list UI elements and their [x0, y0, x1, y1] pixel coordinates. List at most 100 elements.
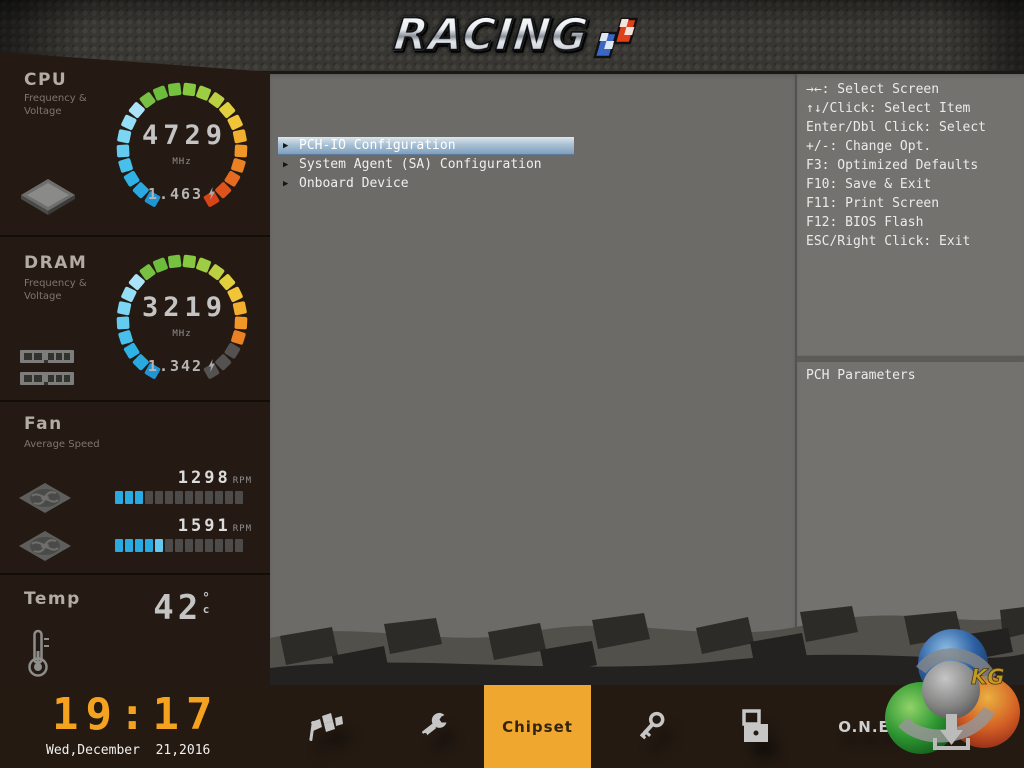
dram-sublabel: Frequency & Voltage: [24, 277, 104, 303]
bottom-navigation-bar: 19:17 Wed,December 21,2016 Chipset: [0, 685, 1024, 768]
fan-bar-cell: [115, 491, 123, 504]
menu-item-system-agent-configuration[interactable]: ▶ System Agent (SA) Configuration: [278, 155, 574, 174]
menu-item-label: Onboard Device: [299, 176, 409, 191]
clock-date: Wed,December 21,2016: [46, 743, 210, 758]
dram-gauge: 3219 MHz 1.342: [104, 242, 260, 398]
fan-bar-cell: [195, 539, 203, 552]
fan1-rpm-unit: RPM: [233, 476, 252, 486]
submenu-arrow-icon: ▶: [278, 160, 299, 170]
fan-sublabel: Average Speed: [24, 438, 104, 451]
help-line: →←: Select Screen: [806, 82, 1021, 101]
tab-chipset-label: Chipset: [502, 718, 573, 736]
fan-bar-cell: [215, 491, 223, 504]
submenu-arrow-icon: ▶: [278, 141, 299, 151]
fan-bar-cell: [175, 539, 183, 552]
fan-section: Fan Average Speed 1298RPM 1591RPM: [0, 400, 270, 575]
help-line: F10: Save & Exit: [806, 177, 1021, 196]
hardware-monitor-sidebar: CPU Frequency & Voltage 4729 MHz 1.463 D…: [0, 52, 270, 685]
fan-bar-cell: [165, 539, 173, 552]
checkered-flag-icon: [309, 712, 343, 742]
fan-icon: [18, 530, 72, 564]
fan-bar-cell: [235, 491, 243, 504]
dram-section: DRAM Frequency & Voltage 3219 MHz: [0, 235, 270, 402]
fan-bar-cell: [175, 491, 183, 504]
key-icon: [635, 710, 665, 744]
fan-label: Fan: [24, 414, 63, 434]
clock-time: 19:17: [52, 693, 219, 737]
fan-bar-cell: [165, 491, 173, 504]
menu-item-label: PCH-IO Configuration: [299, 138, 456, 153]
fan-bar-cell: [125, 539, 133, 552]
cpu-sublabel: Frequency & Voltage: [24, 92, 104, 118]
fan-bar-cell: [185, 539, 193, 552]
wrench-icon: [418, 711, 450, 743]
menu-item-onboard-device[interactable]: ▶ Onboard Device: [278, 174, 574, 193]
dram-frequency-unit: MHz: [104, 329, 260, 339]
bolt-icon: [207, 359, 216, 372]
help-line: F3: Optimized Defaults: [806, 158, 1021, 177]
help-line: F11: Print Screen: [806, 196, 1021, 215]
fan-bar-cell: [145, 491, 153, 504]
fan-bar-cell: [225, 491, 233, 504]
help-line: F12: BIOS Flash: [806, 215, 1021, 234]
cpu-label: CPU: [24, 70, 67, 90]
kitguru-watermark-logo: KG: [885, 626, 1020, 768]
tab-chipset[interactable]: Chipset: [484, 685, 591, 768]
ram-sticks-icon: [20, 350, 74, 390]
header-band: RACING: [0, 0, 1024, 74]
temp-reading: 42 ° c: [153, 591, 210, 625]
fan2-speed-bar: [115, 539, 243, 552]
help-line: ↑↓/Click: Select Item: [806, 101, 1021, 120]
tab-boot[interactable]: [726, 685, 786, 768]
fan-bar-cell: [215, 539, 223, 552]
tab-main[interactable]: [296, 685, 356, 768]
fan-bar-cell: [225, 539, 233, 552]
dram-label: DRAM: [24, 253, 87, 273]
menu-item-pch-io-configuration[interactable]: ▶ PCH-IO Configuration: [278, 137, 574, 155]
submenu-arrow-icon: ▶: [278, 179, 299, 189]
checkered-flag-emblem-icon: [590, 9, 640, 61]
temp-section: Temp 42 ° c: [0, 573, 270, 687]
thermometer-icon: [26, 629, 52, 677]
menu-item-label: System Agent (SA) Configuration: [299, 157, 542, 172]
dram-frequency-value: 3219: [104, 292, 260, 323]
fan-bar-cell: [115, 539, 123, 552]
fan2-rpm-unit: RPM: [233, 524, 252, 534]
fan1-rpm: 1298RPM: [178, 468, 252, 488]
temp-label: Temp: [24, 589, 81, 609]
tab-one-label: O.N.E: [838, 718, 890, 736]
help-line: +/-: Change Opt.: [806, 139, 1021, 158]
cpu-frequency-unit: MHz: [104, 157, 260, 167]
fan-icon: [18, 482, 72, 516]
kg-initials: KG: [971, 665, 1005, 689]
help-line: ESC/Right Click: Exit: [806, 234, 1021, 253]
dram-voltage-value: 1.342: [104, 357, 260, 375]
key-legend: →←: Select Screen ↑↓/Click: Select Item …: [806, 82, 1021, 253]
cpu-chip-icon: [20, 178, 76, 216]
fan2-rpm: 1591RPM: [178, 516, 252, 536]
fan1-rpm-value: 1298: [178, 468, 231, 488]
lock-icon: [741, 709, 771, 745]
fan-bar-cell: [195, 491, 203, 504]
cpu-section: CPU Frequency & Voltage 4729 MHz 1.463: [0, 52, 270, 235]
fan-bar-cell: [235, 539, 243, 552]
fan-bar-cell: [125, 491, 133, 504]
cpu-gauge: 4729 MHz 1.463: [104, 70, 260, 226]
fan-bar-cell: [135, 491, 143, 504]
bios-screen: RACING ▶ PCH-IO Configuration ▶: [0, 0, 1024, 768]
tab-security[interactable]: [620, 685, 680, 768]
cpu-frequency-value: 4729: [104, 120, 260, 151]
chipset-menu: ▶ PCH-IO Configuration ▶ System Agent (S…: [278, 137, 574, 193]
tab-advanced[interactable]: [404, 685, 464, 768]
bolt-icon: [207, 187, 216, 200]
fan2-rpm-value: 1591: [178, 516, 231, 536]
temp-value: 42: [153, 591, 202, 625]
fan-bar-cell: [155, 539, 163, 552]
cpu-voltage-value: 1.463: [104, 185, 260, 203]
racing-logo-text: RACING: [391, 10, 591, 61]
fan-bar-cell: [185, 491, 193, 504]
item-description: PCH Parameters: [806, 368, 916, 383]
fan-bar-cell: [145, 539, 153, 552]
fan-bar-cell: [135, 539, 143, 552]
racing-logo: RACING: [352, 4, 682, 66]
